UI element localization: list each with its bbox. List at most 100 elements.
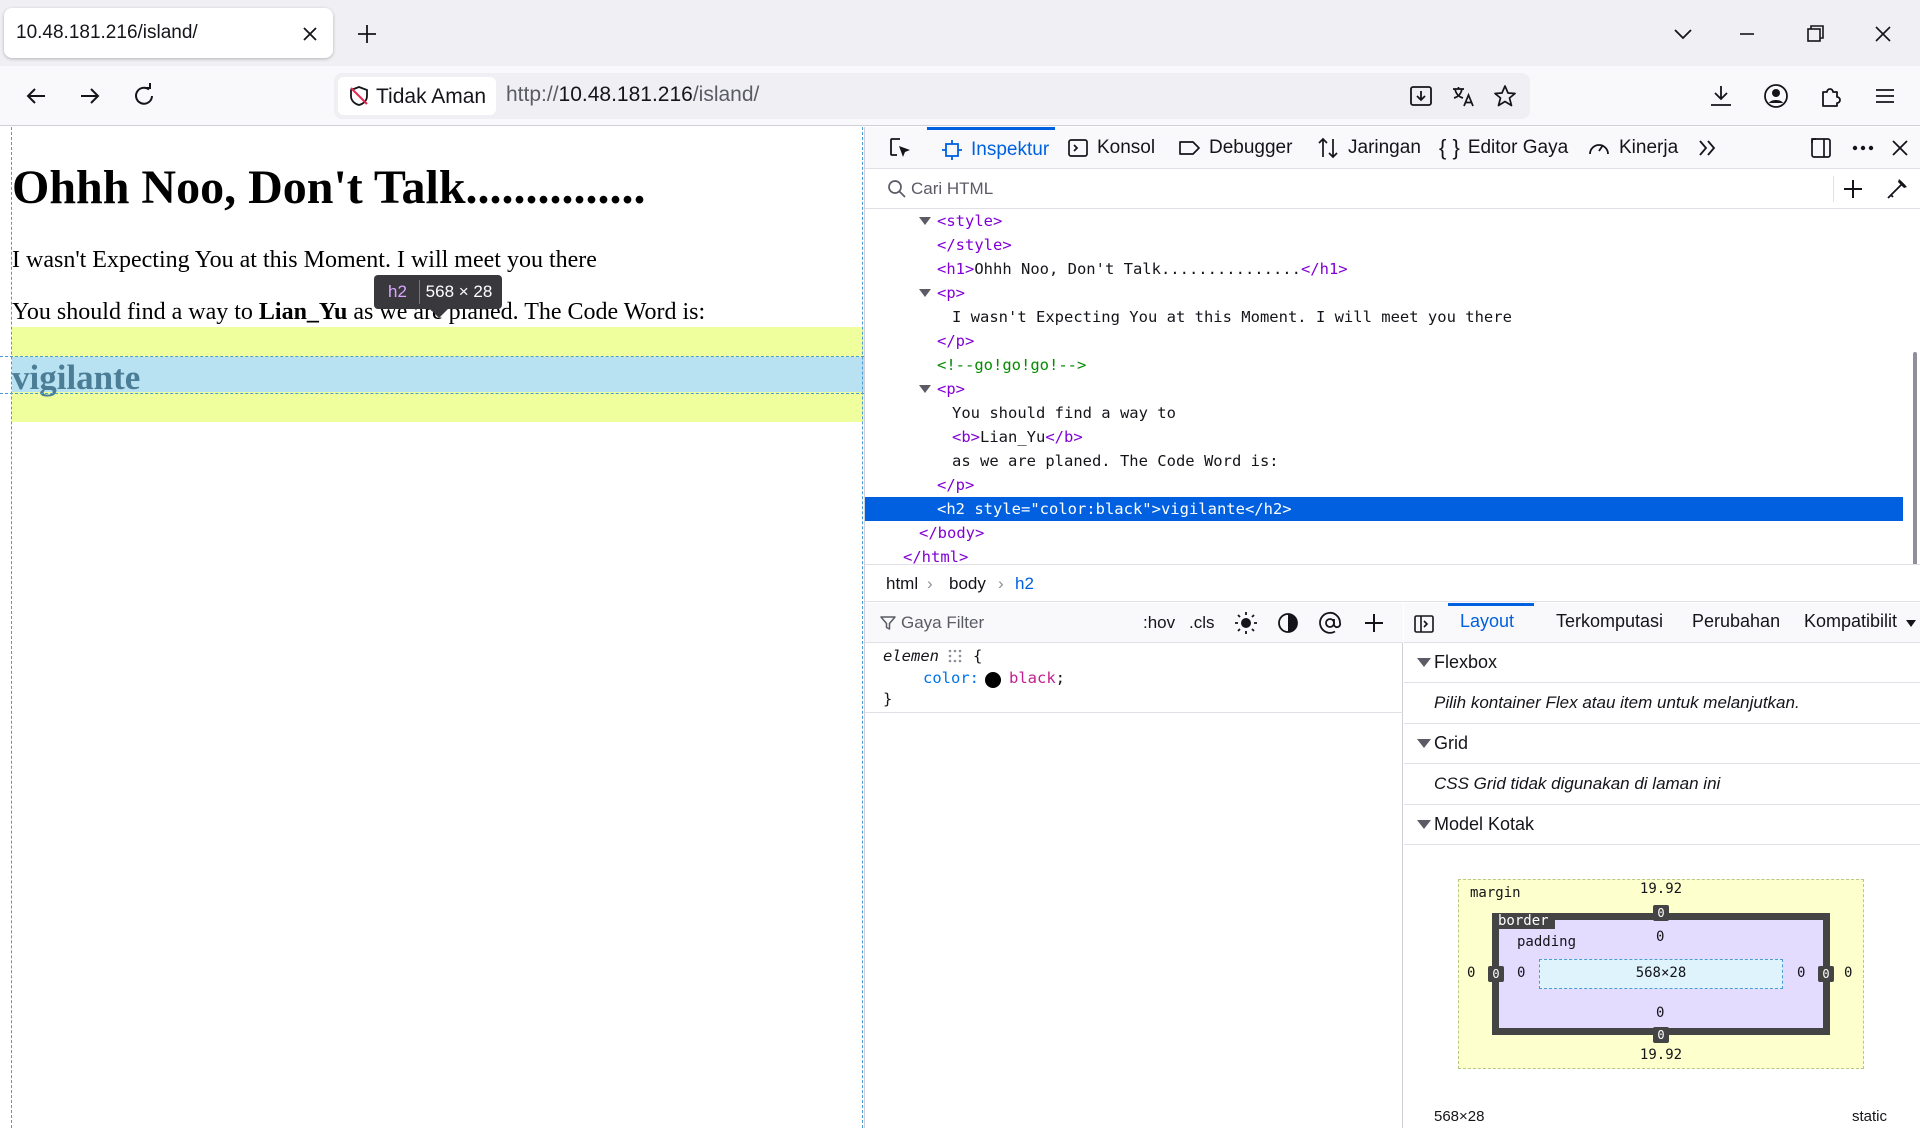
bookmark-star-icon[interactable] bbox=[1492, 83, 1518, 109]
rules-pane: Gaya Filter :hov .cls elemen { color: bl… bbox=[865, 603, 1403, 1128]
box-model-section-header[interactable]: Model Kotak bbox=[1404, 805, 1920, 845]
close-devtools-icon[interactable] bbox=[1887, 135, 1913, 161]
tab-inspector[interactable]: Inspektur bbox=[927, 127, 1055, 169]
markup-line[interactable]: <p> bbox=[865, 281, 1903, 305]
infobar-arrow bbox=[429, 308, 449, 318]
breadcrumb-body[interactable]: body bbox=[949, 574, 986, 594]
markup-line[interactable]: <h1>Ohhh Noo, Don't Talk...............<… bbox=[865, 257, 1903, 281]
flexbox-section-header[interactable]: Flexbox bbox=[1404, 643, 1920, 683]
save-to-pocket-icon[interactable] bbox=[1408, 83, 1434, 109]
style-editor-icon: { } bbox=[1439, 135, 1460, 160]
property-value[interactable]: black; bbox=[1009, 669, 1065, 687]
light-color-scheme-icon[interactable] bbox=[1234, 611, 1258, 635]
forward-icon[interactable] bbox=[75, 81, 105, 111]
style-filter-input[interactable]: Gaya Filter bbox=[901, 613, 984, 633]
color-swatch[interactable] bbox=[985, 672, 1001, 688]
grid-section-header[interactable]: Grid bbox=[1404, 724, 1920, 764]
downloads-icon[interactable] bbox=[1706, 81, 1736, 111]
markup-line[interactable]: </body> bbox=[865, 521, 1903, 545]
hov-button[interactable]: :hov bbox=[1143, 613, 1175, 633]
markup-line[interactable]: I wasn't Expecting You at this Moment. I… bbox=[865, 305, 1903, 329]
extensions-icon[interactable] bbox=[1816, 81, 1846, 111]
border-label: border bbox=[1492, 913, 1555, 929]
tab-computed[interactable]: Terkomputasi bbox=[1556, 611, 1663, 632]
tab-compatibility[interactable]: Kompatibilit bbox=[1804, 611, 1897, 632]
back-icon[interactable] bbox=[21, 81, 51, 111]
sidebar-tabs: Layout Terkomputasi Perubahan Kompatibil… bbox=[1404, 603, 1920, 643]
markup-line[interactable]: You should find a way to bbox=[865, 401, 1903, 425]
reload-icon[interactable] bbox=[129, 81, 159, 111]
minimize-icon[interactable] bbox=[1734, 21, 1760, 47]
breadcrumb: html › body › h2 bbox=[865, 564, 1920, 602]
padding-top-value[interactable]: 0 bbox=[1656, 929, 1664, 945]
cls-button[interactable]: .cls bbox=[1189, 613, 1215, 633]
menu-icon[interactable] bbox=[1870, 81, 1900, 111]
margin-bottom-value[interactable]: 19.92 bbox=[1635, 1047, 1687, 1063]
translate-icon[interactable] bbox=[1450, 83, 1476, 109]
console-icon bbox=[1068, 139, 1088, 157]
markup-search-bar[interactable]: Cari HTML bbox=[865, 169, 1920, 209]
markup-scrollbar[interactable] bbox=[1913, 352, 1917, 587]
eyedropper-icon[interactable] bbox=[1884, 176, 1910, 202]
tab-debugger[interactable]: Debugger bbox=[1177, 127, 1292, 169]
close-window-icon[interactable] bbox=[1870, 21, 1896, 47]
markup-line[interactable]: as we are planed. The Code Word is: bbox=[865, 449, 1903, 473]
dock-side-icon[interactable] bbox=[1808, 135, 1834, 161]
tab-performance[interactable]: Kinerja bbox=[1587, 127, 1678, 169]
performance-icon bbox=[1589, 144, 1609, 155]
print-media-icon[interactable] bbox=[1318, 611, 1342, 635]
add-node-icon[interactable] bbox=[1840, 176, 1866, 202]
tab-changes[interactable]: Perubahan bbox=[1692, 611, 1780, 632]
markup-line[interactable]: <style> bbox=[865, 209, 1903, 233]
markup-line-selected[interactable]: <h2 style="color:black">vigilante</h2> bbox=[865, 497, 1903, 521]
close-tab-icon[interactable] bbox=[298, 22, 322, 46]
site-security-button[interactable]: Tidak Aman bbox=[338, 77, 496, 115]
border-left-value[interactable]: 0 bbox=[1488, 966, 1504, 982]
tab-layout[interactable]: Layout bbox=[1460, 611, 1514, 632]
search-icon bbox=[887, 179, 907, 199]
markup-line[interactable]: </html> bbox=[865, 545, 1903, 564]
markup-line[interactable]: </p> bbox=[865, 329, 1903, 353]
border-right-value[interactable]: 0 bbox=[1818, 966, 1834, 982]
padding-bottom-value[interactable]: 0 bbox=[1656, 1005, 1664, 1021]
property-name[interactable]: color: bbox=[923, 669, 979, 687]
toggle-sidebar-icon[interactable] bbox=[1413, 613, 1435, 635]
margin-left-value[interactable]: 0 bbox=[1467, 965, 1475, 981]
add-rule-icon[interactable] bbox=[1362, 611, 1386, 635]
element-picker-icon[interactable] bbox=[887, 135, 913, 161]
more-tools-chevrons-icon[interactable] bbox=[1695, 135, 1721, 161]
markup-line[interactable]: </style> bbox=[865, 233, 1903, 257]
chevron-down-icon[interactable] bbox=[1906, 620, 1916, 627]
account-icon[interactable] bbox=[1761, 81, 1791, 111]
margin-top-value[interactable]: 19.92 bbox=[1635, 881, 1687, 897]
markup-line[interactable]: <b>Lian_Yu</b> bbox=[865, 425, 1903, 449]
tab-console[interactable]: Konsol bbox=[1067, 127, 1155, 169]
border-bottom-value[interactable]: 0 bbox=[1653, 1027, 1669, 1043]
security-label: Tidak Aman bbox=[376, 85, 487, 108]
tab-style-editor[interactable]: { } Editor Gaya bbox=[1439, 127, 1568, 169]
new-tab-icon[interactable] bbox=[354, 21, 380, 47]
page-viewport: Ohhh Noo, Don't Talk............... I wa… bbox=[0, 127, 864, 1128]
content-size-value[interactable]: 568×28 bbox=[1539, 965, 1783, 981]
breadcrumb-h2[interactable]: h2 bbox=[1015, 574, 1034, 594]
markup-line[interactable]: </p> bbox=[865, 473, 1903, 497]
padding-right-value[interactable]: 0 bbox=[1797, 965, 1805, 981]
devtools-panel: Inspektur Konsol Debugger Jaringan { } E… bbox=[864, 127, 1920, 1128]
breadcrumb-html[interactable]: html bbox=[886, 574, 918, 594]
border-top-value[interactable]: 0 bbox=[1653, 905, 1669, 921]
browser-tab[interactable]: 10.48.181.216/island/ bbox=[4, 8, 333, 58]
page-heading: Ohhh Noo, Don't Talk............... bbox=[12, 161, 646, 214]
grid-dots-icon[interactable] bbox=[947, 648, 963, 664]
tab-network[interactable]: Jaringan bbox=[1316, 127, 1421, 169]
markup-line[interactable]: <p> bbox=[865, 377, 1903, 401]
navigation-toolbar: Tidak Aman http://10.48.181.216/island/ bbox=[0, 66, 1920, 126]
url-text[interactable]: http://10.48.181.216/island/ bbox=[506, 83, 759, 107]
restore-icon[interactable] bbox=[1802, 21, 1828, 47]
url-bar[interactable]: Tidak Aman http://10.48.181.216/island/ bbox=[334, 73, 1530, 119]
list-all-tabs-icon[interactable] bbox=[1670, 21, 1696, 47]
dark-color-scheme-icon[interactable] bbox=[1276, 611, 1300, 635]
margin-right-value[interactable]: 0 bbox=[1844, 965, 1852, 981]
more-options-icon[interactable] bbox=[1850, 135, 1876, 161]
markup-line[interactable]: <!--go!go!go!--> bbox=[865, 353, 1903, 377]
padding-left-value[interactable]: 0 bbox=[1517, 965, 1525, 981]
